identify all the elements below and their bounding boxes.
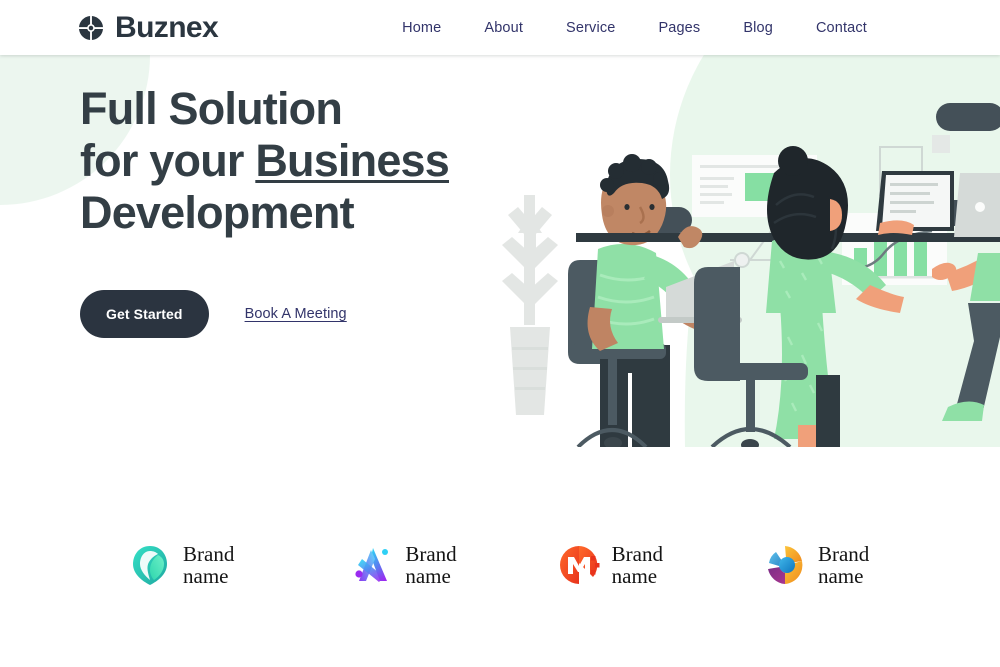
- letter-a-gradient-logo-icon: [350, 543, 394, 587]
- site-header: Buznex Home About Service Pages Blog Con…: [0, 0, 1000, 55]
- nav-item-home[interactable]: Home: [402, 14, 441, 42]
- get-started-button[interactable]: Get Started: [80, 289, 209, 338]
- hero-section: Full Solution for your Business Developm…: [0, 55, 1000, 447]
- brand-logo-label: Brand name: [183, 541, 235, 588]
- hero-copy: Full Solution for your Business Developm…: [80, 83, 510, 338]
- nav-item-contact[interactable]: Contact: [816, 14, 867, 42]
- buznex-quadrant-circle-icon: [76, 13, 106, 43]
- hero-title-emphasis: Business: [255, 135, 449, 187]
- brand-logo-label: Brand name: [405, 541, 457, 588]
- brand-logo-item-3[interactable]: Brand name: [557, 543, 663, 587]
- nav-item-service[interactable]: Service: [566, 14, 615, 42]
- nav-item-about[interactable]: About: [484, 14, 523, 42]
- main-navigation: Home About Service Pages Blog Contact: [402, 14, 867, 42]
- brand-logo-label: Brand name: [611, 541, 663, 588]
- leaf-drop-logo-icon: [128, 543, 172, 587]
- brand-logo-label: Brand name: [817, 541, 870, 588]
- hero-title-line-2-prefix: for your: [80, 135, 256, 187]
- nav-item-blog[interactable]: Blog: [743, 14, 773, 42]
- nav-item-pages[interactable]: Pages: [658, 14, 700, 42]
- book-a-meeting-link[interactable]: Book A Meeting: [245, 306, 347, 322]
- brand-logo-item-2[interactable]: Brand name: [350, 541, 457, 588]
- brand-logos-row: Brand name Brand name Brand name Brand n…: [0, 520, 1000, 610]
- brand-logo-item-1[interactable]: Brand name: [128, 543, 234, 587]
- page-title: Full Solution for your Business Developm…: [80, 83, 510, 240]
- hero-title-line-1: Full Solution: [80, 83, 343, 134]
- landing-page: Buznex Home About Service Pages Blog Con…: [0, 0, 1000, 667]
- letter-m-circle-logo-icon: [557, 543, 601, 587]
- brand-name-text: Buznex: [115, 10, 219, 44]
- brand-logo-item-4[interactable]: Brand name: [763, 543, 869, 587]
- hero-actions: Get Started Book A Meeting: [80, 289, 510, 338]
- color-swirl-circle-logo-icon: [763, 543, 807, 587]
- hero-title-line-3: Development: [80, 187, 355, 239]
- brand-logo[interactable]: Buznex: [76, 10, 219, 44]
- office-team-working-illustration: [480, 55, 1000, 447]
